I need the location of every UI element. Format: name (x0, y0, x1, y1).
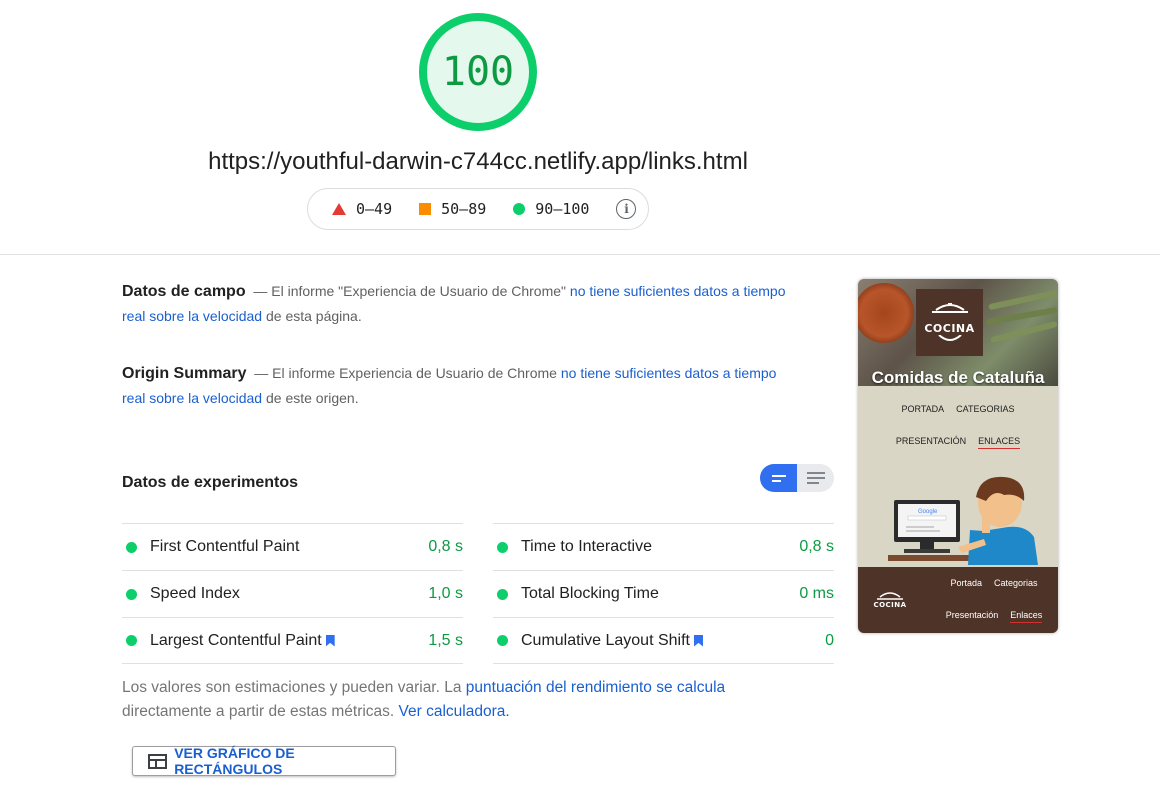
section-divider (0, 254, 1160, 255)
metric-name: First Contentful Paint (150, 538, 300, 555)
bookmark-icon (693, 634, 703, 647)
metrics-column-left: First Contentful Paint 0,8 s Speed Index… (122, 523, 463, 664)
bookmark-icon (325, 634, 335, 647)
origin-summary-dash: — (254, 365, 269, 381)
metrics-view-toggle[interactable] (760, 464, 834, 492)
metric-value: 1,0 s (428, 585, 463, 602)
legend-label: 0–49 (356, 200, 393, 218)
pass-dot-icon (497, 635, 508, 646)
footnote-text-2: directamente a partir de estas métricas. (122, 703, 395, 720)
metric-name: Speed Index (150, 585, 240, 602)
score-calculation-link[interactable]: puntuación del rendimiento se calcula (466, 679, 725, 696)
legend-label: 50–89 (441, 200, 487, 218)
footer-logo: COCINA (872, 586, 908, 614)
site-footer: COCINA Portada Categorias Presentación E… (858, 567, 1058, 633)
pass-dot-icon (497, 588, 508, 600)
score-legend: 0–49 50–89 90–100 i (307, 188, 649, 230)
footer-links-row: Portada Categorias (930, 578, 1058, 588)
site-nav-link: CATEGORIAS (956, 404, 1015, 414)
footer-link: Presentación (945, 610, 999, 620)
origin-summary-text: El informe Experiencia de Usuario de Chr… (272, 365, 557, 381)
metric-value: 0 ms (799, 585, 834, 602)
field-data-title: Datos de campo (122, 283, 246, 300)
square-icon (419, 203, 432, 215)
final-screenshot[interactable]: COCINA Comidas de Cataluña PORTADA CATEG… (858, 279, 1058, 633)
footnote-text: Los valores son estimaciones y pueden va… (122, 679, 462, 696)
field-data-text: El informe "Experiencia de Usuario de Ch… (271, 283, 567, 299)
site-nav-row: PORTADA CATEGORIAS (858, 404, 1058, 414)
metric-row: Cumulative Layout Shift 0 (493, 617, 834, 664)
logo-text: COCINA (924, 322, 975, 335)
metric-row: Largest Contentful Paint 1,5 s (122, 617, 463, 664)
site-logo: COCINA (916, 289, 983, 356)
legend-average: 50–89 (419, 200, 486, 218)
triangle-icon (332, 203, 346, 215)
metric-value: 0,8 s (799, 538, 834, 555)
calculator-link[interactable]: Ver calculadora. (399, 703, 510, 720)
site-nav-link: PORTADA (901, 404, 945, 414)
info-icon[interactable]: i (616, 199, 637, 219)
origin-summary-text-end: de este origen. (265, 390, 359, 406)
legend-pass: 90–100 (513, 200, 589, 218)
site-nav-link-active: ENLACES (978, 436, 1021, 449)
metric-value: 1,5 s (428, 631, 463, 649)
footer-link: Portada (950, 578, 982, 588)
cooking-pot-icon (877, 592, 903, 600)
metrics-footnote: Los valores son estimaciones y pueden va… (122, 676, 822, 724)
pass-dot-icon (497, 541, 508, 553)
metric-name: Total Blocking Time (521, 585, 659, 602)
food-bowl-image (858, 283, 914, 343)
lab-data-title: Datos de experimentos (122, 474, 299, 491)
footer-link-active: Enlaces (1010, 610, 1043, 623)
circle-icon (513, 203, 526, 215)
legend-label: 90–100 (535, 200, 590, 218)
field-data-text-end: de esta página. (265, 308, 362, 324)
site-title: Comidas de Cataluña (871, 368, 1045, 387)
treemap-icon (148, 753, 168, 769)
site-nav-row: PRESENTACIÓN ENLACES (858, 436, 1058, 449)
cooking-pot-icon (931, 303, 968, 313)
pass-dot-icon (126, 635, 137, 646)
origin-summary-section: Origin Summary — El informe Experiencia … (122, 361, 802, 411)
person-at-computer-illustration: Google (888, 476, 1038, 565)
audited-url: https://youthful-darwin-c744cc.netlify.a… (208, 148, 748, 175)
compact-view-button[interactable] (760, 464, 797, 492)
pass-dot-icon (126, 588, 137, 600)
view-treemap-button[interactable]: VER GRÁFICO DE RECTÁNGULOS (132, 745, 396, 777)
metric-row: First Contentful Paint 0,8 s (122, 523, 463, 570)
origin-summary-title: Origin Summary (122, 365, 247, 382)
treemap-button-label: VER GRÁFICO DE RECTÁNGULOS (174, 745, 295, 777)
metric-row: Total Blocking Time 0 ms (493, 570, 834, 617)
pass-dot-icon (126, 541, 137, 553)
performance-gauge: 100 (417, 11, 539, 133)
legend-fail: 0–49 (332, 200, 392, 218)
metric-name: Time to Interactive (521, 538, 653, 555)
metrics-column-right: Time to Interactive 0,8 s Total Blocking… (493, 523, 834, 664)
footer-link: Categorias (994, 578, 1038, 588)
footer-logo-text: COCINA (873, 601, 907, 609)
metric-row: Speed Index 1,0 s (122, 570, 463, 617)
metric-name: Cumulative Layout Shift (521, 631, 690, 649)
field-data-dash: — (253, 283, 268, 299)
google-logo-text: Google (918, 509, 938, 515)
footer-links-row: Presentación Enlaces (930, 610, 1058, 623)
metric-value: 0,8 s (428, 538, 463, 555)
performance-score: 100 (441, 49, 515, 95)
metric-name: Largest Contentful Paint (150, 631, 322, 649)
metric-value: 0 (825, 631, 834, 649)
site-nav-link: PRESENTACIÓN (895, 436, 967, 446)
field-data-section: Datos de campo — El informe "Experiencia… (122, 279, 802, 329)
metric-row: Time to Interactive 0,8 s (493, 523, 834, 570)
expanded-view-button[interactable] (797, 464, 834, 492)
